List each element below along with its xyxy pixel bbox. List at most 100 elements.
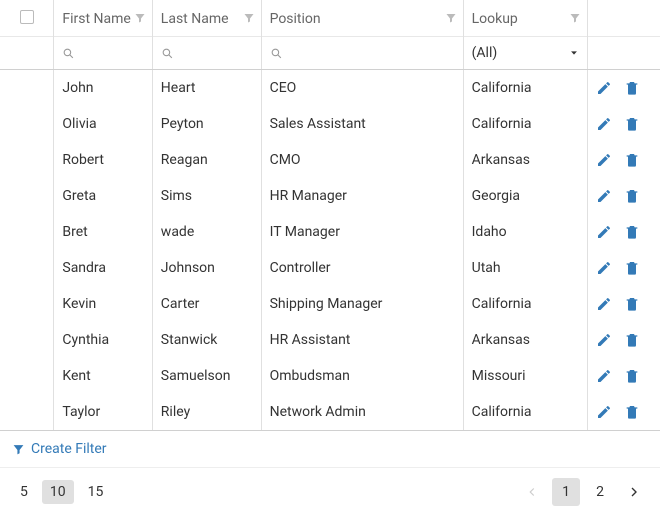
table-row[interactable]: TaylorRileyNetwork AdminCalifornia (0, 394, 660, 431)
page-1-button[interactable]: 1 (552, 478, 580, 506)
cell-position: HR Assistant (261, 322, 463, 358)
edit-icon[interactable] (596, 116, 612, 132)
column-header-last-name[interactable]: Last Name (152, 0, 261, 37)
filter-cell-first-name[interactable] (54, 37, 152, 70)
cell-last-name: Stanwick (152, 322, 261, 358)
filter-input-position[interactable] (289, 43, 455, 63)
column-header-position[interactable]: Position (261, 0, 463, 37)
delete-icon[interactable] (624, 224, 640, 240)
table-row[interactable]: BretwadeIT ManagerIdaho (0, 214, 660, 250)
edit-icon[interactable] (596, 80, 612, 96)
delete-icon[interactable] (624, 80, 640, 96)
row-checkbox-cell[interactable] (0, 358, 54, 394)
next-page-button[interactable] (620, 478, 648, 506)
row-checkbox-cell[interactable] (0, 70, 54, 107)
cell-lookup: California (463, 394, 587, 431)
cell-lookup: Idaho (463, 214, 587, 250)
row-checkbox-cell[interactable] (0, 178, 54, 214)
column-label: First Name (62, 11, 130, 27)
filter-input-last-name[interactable] (180, 43, 253, 63)
cell-first-name: Bret (54, 214, 152, 250)
edit-icon[interactable] (596, 224, 612, 240)
column-header-first-name[interactable]: First Name (54, 0, 152, 37)
delete-icon[interactable] (624, 368, 640, 384)
row-checkbox-cell[interactable] (0, 322, 54, 358)
cell-lookup: Arkansas (463, 142, 587, 178)
cell-last-name: Samuelson (152, 358, 261, 394)
cell-first-name: Kevin (54, 286, 152, 322)
cell-lookup: Utah (463, 250, 587, 286)
cell-lookup: California (463, 286, 587, 322)
delete-icon[interactable] (624, 260, 640, 276)
cell-last-name: Carter (152, 286, 261, 322)
cell-actions (587, 394, 660, 431)
row-checkbox-cell[interactable] (0, 106, 54, 142)
delete-icon[interactable] (624, 188, 640, 204)
cell-position: CMO (261, 142, 463, 178)
table-row[interactable]: OliviaPeytonSales AssistantCalifornia (0, 106, 660, 142)
table-row[interactable]: KentSamuelsonOmbudsmanMissouri (0, 358, 660, 394)
table-row[interactable]: RobertReaganCMOArkansas (0, 142, 660, 178)
cell-actions (587, 178, 660, 214)
header-checkbox-cell[interactable] (0, 0, 54, 37)
edit-icon[interactable] (596, 332, 612, 348)
chevron-left-icon (525, 485, 539, 499)
row-checkbox-cell[interactable] (0, 142, 54, 178)
lookup-select[interactable]: (All) (472, 45, 579, 61)
filter-icon[interactable] (134, 12, 146, 24)
filter-icon (12, 443, 25, 456)
edit-icon[interactable] (596, 296, 612, 312)
filter-icon[interactable] (445, 12, 457, 24)
filter-cell-last-name[interactable] (152, 37, 261, 70)
cell-last-name: Johnson (152, 250, 261, 286)
cell-actions (587, 70, 660, 107)
filter-cell-position[interactable] (261, 37, 463, 70)
select-all-checkbox[interactable] (20, 10, 34, 24)
edit-icon[interactable] (596, 404, 612, 420)
filter-icon[interactable] (243, 12, 255, 24)
filter-cell-lookup[interactable]: (All) (463, 37, 587, 70)
edit-icon[interactable] (596, 368, 612, 384)
filter-cell-empty (0, 37, 54, 70)
table-row[interactable]: GretaSimsHR ManagerGeorgia (0, 178, 660, 214)
delete-icon[interactable] (624, 152, 640, 168)
delete-icon[interactable] (624, 404, 640, 420)
edit-icon[interactable] (596, 152, 612, 168)
cell-first-name: Greta (54, 178, 152, 214)
cell-first-name: Taylor (54, 394, 152, 431)
page-2-button[interactable]: 2 (586, 478, 614, 506)
column-header-actions (587, 0, 660, 37)
column-label: Last Name (161, 11, 229, 27)
row-checkbox-cell[interactable] (0, 286, 54, 322)
cell-actions (587, 322, 660, 358)
table-row[interactable]: SandraJohnsonControllerUtah (0, 250, 660, 286)
cell-position: Shipping Manager (261, 286, 463, 322)
page-size-5[interactable]: 5 (12, 480, 36, 504)
delete-icon[interactable] (624, 296, 640, 312)
table-row[interactable]: KevinCarterShipping ManagerCalifornia (0, 286, 660, 322)
page-size-15[interactable]: 15 (80, 480, 112, 504)
delete-icon[interactable] (624, 332, 640, 348)
table-row[interactable]: CynthiaStanwickHR AssistantArkansas (0, 322, 660, 358)
table-row[interactable]: JohnHeartCEOCalifornia (0, 70, 660, 107)
cell-first-name: Robert (54, 142, 152, 178)
grid-table: First Name Last Name Position Lookup (0, 0, 660, 431)
column-header-lookup[interactable]: Lookup (463, 0, 587, 37)
row-checkbox-cell[interactable] (0, 214, 54, 250)
cell-position: Ombudsman (261, 358, 463, 394)
row-checkbox-cell[interactable] (0, 394, 54, 431)
chevron-right-icon (626, 484, 642, 500)
prev-page-button[interactable] (518, 478, 546, 506)
edit-icon[interactable] (596, 260, 612, 276)
page-size-10[interactable]: 10 (42, 480, 74, 504)
delete-icon[interactable] (624, 116, 640, 132)
filter-input-first-name[interactable] (81, 43, 143, 63)
create-filter-link[interactable]: Create Filter (0, 431, 660, 468)
cell-last-name: Reagan (152, 142, 261, 178)
edit-icon[interactable] (596, 188, 612, 204)
row-checkbox-cell[interactable] (0, 250, 54, 286)
cell-last-name: Riley (152, 394, 261, 431)
cell-lookup: California (463, 70, 587, 107)
search-icon (62, 47, 75, 60)
filter-icon[interactable] (569, 12, 581, 24)
